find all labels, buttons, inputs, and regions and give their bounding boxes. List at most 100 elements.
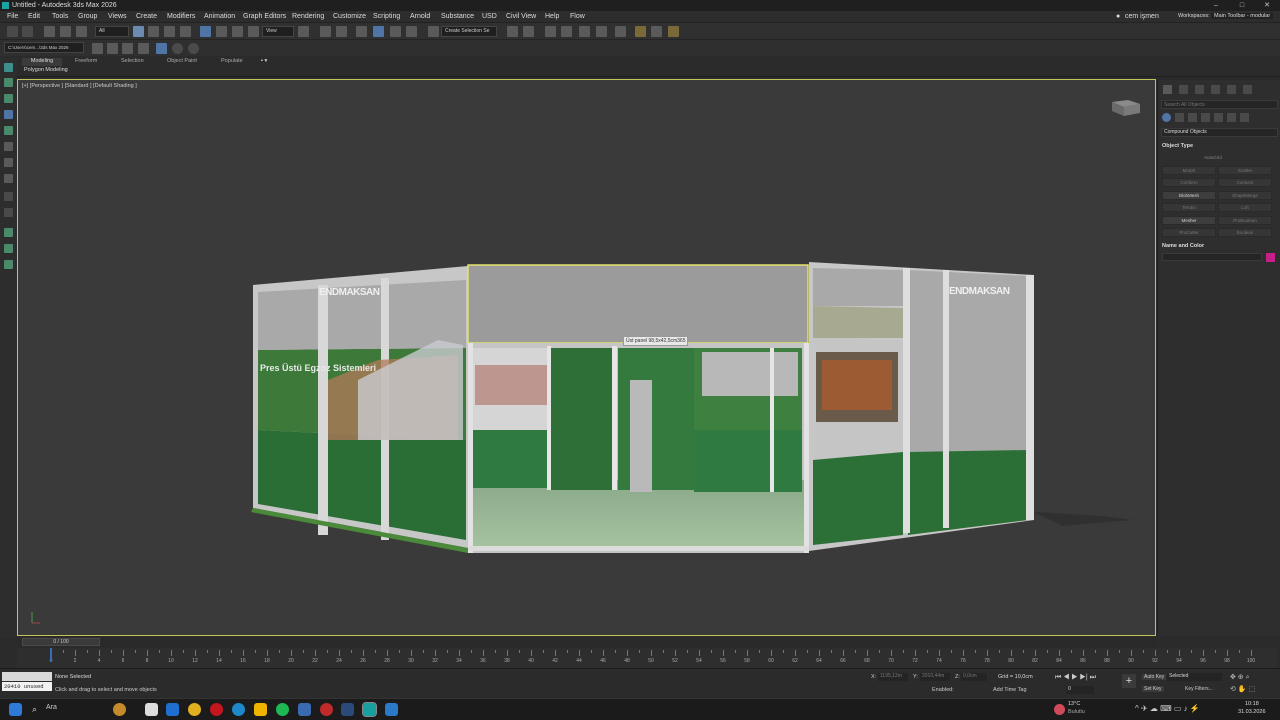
button-connect[interactable]: Connect: [1218, 178, 1272, 187]
y-coordinate-field[interactable]: 2010,44m: [920, 673, 950, 681]
viewcube[interactable]: [1112, 100, 1140, 116]
menu-create[interactable]: Create: [136, 13, 157, 20]
motion-tab-icon[interactable]: [1211, 85, 1220, 94]
playback-controls[interactable]: ⏮ ◀ ▶ ▶| ⏭: [1055, 674, 1096, 682]
app-icon-1[interactable]: [298, 703, 311, 716]
scene-explorer-icon[interactable]: [545, 26, 556, 37]
search-icon[interactable]: ⌕: [32, 704, 37, 715]
link-icon[interactable]: [44, 26, 55, 37]
current-frame-marker[interactable]: [50, 648, 52, 662]
display-tab-icon[interactable]: [1227, 85, 1236, 94]
align-icon[interactable]: [523, 26, 534, 37]
track-bar[interactable]: 0246810121416182022242628303234363840424…: [17, 648, 1277, 668]
close-button[interactable]: ✕: [1254, 0, 1280, 11]
scene-explorer-side-icon[interactable]: [4, 228, 13, 237]
spinner-snap-icon[interactable]: [406, 26, 417, 37]
category-dropdown[interactable]: Compound Objects: [1161, 128, 1278, 137]
user-name[interactable]: cem işmen: [1125, 13, 1159, 20]
z-coordinate-field[interactable]: 0,0cm: [961, 673, 987, 681]
task-view-icon[interactable]: [145, 703, 158, 716]
button-blobmesh[interactable]: BlobMesh: [1162, 191, 1216, 200]
curve-editor-icon[interactable]: [579, 26, 590, 37]
motion-icon[interactable]: [4, 110, 13, 119]
user-icon[interactable]: ●: [1116, 13, 1120, 20]
bind-space-warp-icon[interactable]: [76, 26, 87, 37]
menu-substance[interactable]: Substance: [441, 13, 474, 20]
button-shapemerge[interactable]: ShapeMerge: [1218, 191, 1272, 200]
rendered-frame-window-icon[interactable]: [651, 26, 662, 37]
ribbon-options-icon[interactable]: ▪ ▾: [261, 58, 267, 66]
modify-tab-icon[interactable]: [1179, 85, 1188, 94]
menu-rendering[interactable]: Rendering: [292, 13, 324, 20]
tray-icons[interactable]: ^ ✈ ☁ ⌨ ▭ ♪ ⚡: [1135, 704, 1200, 713]
key-filters-button[interactable]: Key Filters...: [1185, 686, 1213, 692]
button-boolean[interactable]: Boolean: [1218, 228, 1272, 237]
menu-usd[interactable]: USD: [482, 13, 497, 20]
spacewarps-icon[interactable]: [1227, 113, 1236, 122]
window-crossing-icon[interactable]: [180, 26, 191, 37]
edit-named-selection-icon[interactable]: [428, 26, 439, 37]
helpers-icon[interactable]: [1214, 113, 1223, 122]
weather-temp[interactable]: 13°C: [1068, 701, 1080, 707]
shapes-icon[interactable]: [1175, 113, 1184, 122]
redo-icon[interactable]: [22, 26, 33, 37]
weather-desc[interactable]: Bulutlu: [1068, 709, 1085, 715]
weather-icon[interactable]: [1054, 704, 1065, 715]
viewport-navigation-icons-2[interactable]: ⟲ ✋ ⬚: [1230, 685, 1255, 693]
chrome-icon[interactable]: [188, 703, 201, 716]
lights-icon[interactable]: [1188, 113, 1197, 122]
widgets-icon[interactable]: [113, 703, 126, 716]
button-mesher[interactable]: Mesher: [1162, 216, 1216, 225]
auto-key-button[interactable]: Auto Key: [1142, 674, 1167, 680]
menu-civil-view[interactable]: Civil View: [506, 13, 536, 20]
snaps-toggle-icon[interactable]: [356, 26, 367, 37]
3ds-max-icon[interactable]: [362, 702, 377, 717]
current-frame-field[interactable]: 0: [1066, 686, 1094, 694]
menu-edit[interactable]: Edit: [28, 13, 40, 20]
menu-graph-editors[interactable]: Graph Editors: [243, 13, 286, 20]
named-selection-dropdown[interactable]: Create Selection Se: [441, 26, 497, 37]
object-name-input[interactable]: [1162, 253, 1262, 261]
button-procutter[interactable]: ProCutter: [1162, 228, 1216, 237]
opera-icon[interactable]: [210, 703, 223, 716]
clock-date[interactable]: 31.03.2026: [1238, 709, 1266, 715]
add-time-tag[interactable]: Add Time Tag: [993, 687, 1027, 693]
x-coordinate-field[interactable]: 1195,13m: [878, 673, 908, 681]
systems-icon[interactable]: [1240, 113, 1249, 122]
tab-populate[interactable]: Populate: [221, 58, 243, 66]
perspective-viewport[interactable]: [+] [Perspective ] [Standard ] [Default …: [17, 79, 1156, 636]
create-tab-icon[interactable]: [1163, 85, 1172, 94]
ribbon-panel-polygon-modeling[interactable]: Polygon Modeling: [24, 67, 68, 75]
reference-coordinate-dropdown[interactable]: View: [262, 26, 294, 37]
modify-panel-icon[interactable]: [4, 78, 13, 87]
spotify-icon[interactable]: [276, 703, 289, 716]
menu-arnold[interactable]: Arnold: [410, 13, 430, 20]
pivot-center-icon[interactable]: [298, 26, 309, 37]
set-key-icon[interactable]: +: [1122, 674, 1136, 688]
ribbon-toggle-icon[interactable]: [156, 43, 167, 54]
clock-time[interactable]: 10:18: [1245, 701, 1259, 707]
menu-file[interactable]: File: [7, 13, 18, 20]
steam-icon[interactable]: [341, 703, 354, 716]
select-object-icon[interactable]: [133, 26, 144, 37]
button-scatter[interactable]: Scatter: [1218, 166, 1272, 175]
schematic-view-icon[interactable]: [596, 26, 607, 37]
tab-object-paint[interactable]: Object Paint: [167, 58, 197, 66]
set-key-button[interactable]: Set Key: [1142, 686, 1164, 692]
create-panel-icon[interactable]: [4, 63, 13, 72]
button-morph[interactable]: Morph: [1162, 166, 1216, 175]
maxscript-listener-input[interactable]: [2, 672, 52, 681]
cameras-icon[interactable]: [1201, 113, 1210, 122]
time-slider[interactable]: 0 / 100: [17, 637, 1156, 648]
tab-selection[interactable]: Selection: [121, 58, 144, 66]
app-icon-3[interactable]: [385, 703, 398, 716]
display-icon[interactable]: [4, 126, 13, 135]
rectangular-selection-icon[interactable]: [164, 26, 175, 37]
menu-customize[interactable]: Customize: [333, 13, 366, 20]
menu-modifiers[interactable]: Modifiers: [167, 13, 195, 20]
select-rotate-icon[interactable]: [216, 26, 227, 37]
start-icon[interactable]: [9, 703, 22, 716]
button-proboolean[interactable]: ProBoolean: [1218, 216, 1272, 225]
selection-filter-dropdown[interactable]: All: [95, 26, 129, 37]
hierarchy-icon[interactable]: [4, 94, 13, 103]
